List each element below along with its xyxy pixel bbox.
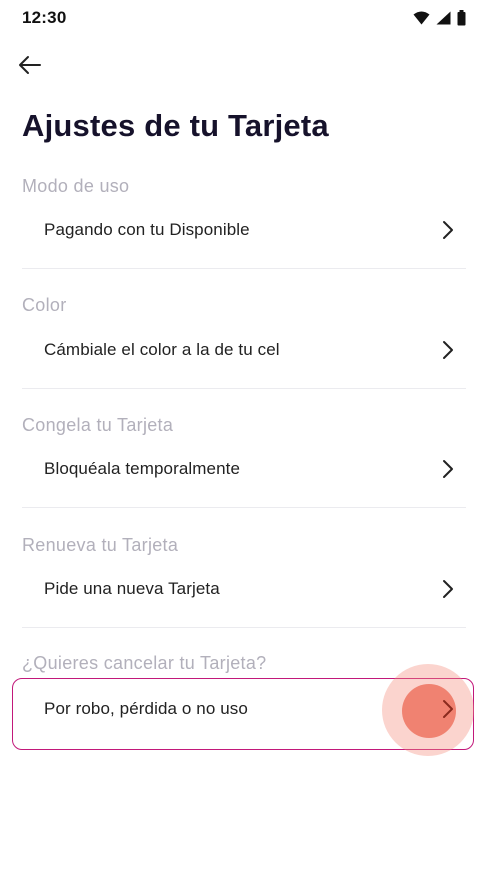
section-label: Modo de uso xyxy=(22,176,130,196)
option-label: Cámbiale el color a la de tu cel xyxy=(44,340,280,359)
option-cancel-card[interactable]: Por robo, pérdida o no uso xyxy=(22,686,466,732)
chevron-right-icon xyxy=(428,689,468,729)
divider xyxy=(22,627,466,628)
divider xyxy=(22,507,466,508)
back-button[interactable] xyxy=(18,52,58,82)
section-label: Congela tu Tarjeta xyxy=(22,415,174,435)
option-label: Pide una nueva Tarjeta xyxy=(44,579,220,598)
divider xyxy=(22,268,466,269)
option-label: Por robo, pérdida o no uso xyxy=(44,699,248,718)
option-label: Pagando con tu Disponible xyxy=(44,220,250,239)
option-color[interactable]: Cámbiale el color a la de tu cel xyxy=(22,327,466,373)
section-label: Renueva tu Tarjeta xyxy=(22,535,179,555)
divider xyxy=(22,388,466,389)
chevron-right-icon xyxy=(428,210,468,250)
chevron-right-icon xyxy=(428,569,468,609)
page-title: Ajustes de tu Tarjeta xyxy=(22,108,329,143)
section-label: Color xyxy=(22,295,67,315)
option-usage-mode[interactable]: Pagando con tu Disponible xyxy=(22,207,466,253)
card-settings-screen: 12:30 Ajustes de tu Tarjeta Modo de uso … xyxy=(0,0,488,870)
arrow-left-icon xyxy=(18,55,42,80)
status-icons xyxy=(413,10,466,26)
option-label: Bloquéala temporalmente xyxy=(44,459,241,478)
chevron-right-icon xyxy=(428,449,468,489)
status-time: 12:30 xyxy=(22,8,67,27)
wifi-icon xyxy=(413,11,430,25)
chevron-right-icon xyxy=(428,330,468,370)
battery-icon xyxy=(457,10,466,26)
signal-icon xyxy=(436,11,451,25)
status-bar: 12:30 xyxy=(0,0,488,36)
option-freeze-card[interactable]: Bloquéala temporalmente xyxy=(22,446,466,492)
option-renew-card[interactable]: Pide una nueva Tarjeta xyxy=(22,566,466,612)
section-label: ¿Quieres cancelar tu Tarjeta? xyxy=(22,653,267,673)
